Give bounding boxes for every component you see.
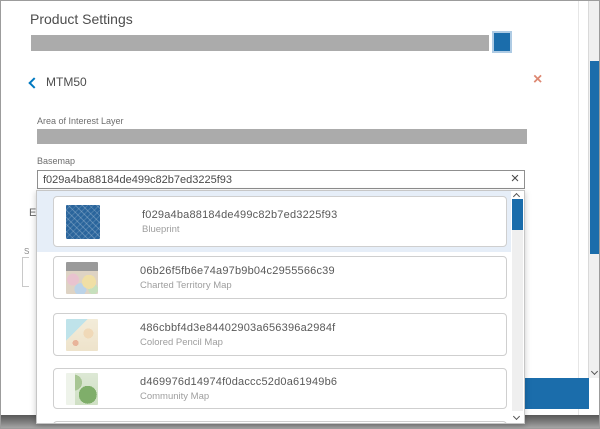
basemap-input[interactable] [37, 170, 525, 189]
basemap-option-blueprint[interactable]: f029a4ba88184de499c82b7ed3225f93 Bluepri… [53, 196, 507, 247]
aoi-label: Area of Interest Layer [37, 116, 124, 126]
clear-input-icon[interactable]: × [507, 171, 523, 187]
window-scrollbar[interactable] [588, 1, 600, 378]
basemap-option-id: f029a4ba88184de499c82b7ed3225f93 [142, 209, 337, 221]
close-icon[interactable]: × [533, 72, 542, 88]
basemap-option-id: 06b26f5fb6e74a97b9b04c2955566c39 [140, 265, 335, 277]
basemap-option-name: Colored Pencil Map [140, 337, 335, 348]
product-settings-dialog: Product Settings MTM50 × Area of Interes… [0, 0, 600, 429]
colored-pencil-thumbnail [66, 319, 98, 351]
back-link[interactable]: MTM50 [30, 75, 87, 89]
redacted-product-name-bar [31, 35, 489, 51]
dropdown-scroll-thumb[interactable] [512, 199, 523, 230]
window-scroll-thumb[interactable] [590, 61, 600, 254]
page-title: Product Settings [30, 11, 133, 27]
basemap-option-community[interactable]: d469976d14974f0daccc52d0a61949b6 Communi… [53, 368, 507, 409]
basemap-label: Basemap [37, 156, 75, 166]
basemap-option-name: Blueprint [142, 224, 337, 235]
accent-square-button[interactable] [494, 33, 510, 51]
obscured-label-fragment: S [24, 247, 29, 256]
community-map-thumbnail [66, 373, 98, 405]
primary-action-button[interactable] [523, 378, 589, 409]
basemap-option-id: 486cbbf4d3e84402903a656396a2984f [140, 322, 335, 334]
dialog-right-edge [578, 1, 579, 415]
chevron-left-icon [28, 77, 39, 88]
basemap-dropdown: f029a4ba88184de499c82b7ed3225f93 Bluepri… [36, 190, 525, 424]
dropdown-scrollbar[interactable] [511, 191, 524, 423]
charted-territory-thumbnail [66, 262, 98, 294]
basemap-option-partial[interactable] [53, 421, 507, 424]
basemap-option-name: Charted Territory Map [140, 280, 335, 291]
basemap-option-id: d469976d14974f0daccc52d0a61949b6 [140, 376, 337, 388]
back-label: MTM50 [46, 75, 87, 89]
dropdown-scroll-track[interactable] [512, 200, 523, 411]
basemap-option-colored-pencil[interactable]: 486cbbf4d3e84402903a656396a2984f Colored… [53, 313, 507, 356]
scroll-down-icon[interactable] [591, 368, 598, 375]
blueprint-thumbnail [66, 205, 100, 239]
obscured-field-fragment [22, 257, 29, 287]
basemap-option-charted-territory[interactable]: 06b26f5fb6e74a97b9b04c2955566c39 Charted… [53, 256, 507, 299]
redacted-aoi-value-bar[interactable] [37, 129, 527, 144]
scroll-down-icon[interactable] [513, 413, 520, 420]
basemap-option-name: Community Map [140, 391, 337, 402]
